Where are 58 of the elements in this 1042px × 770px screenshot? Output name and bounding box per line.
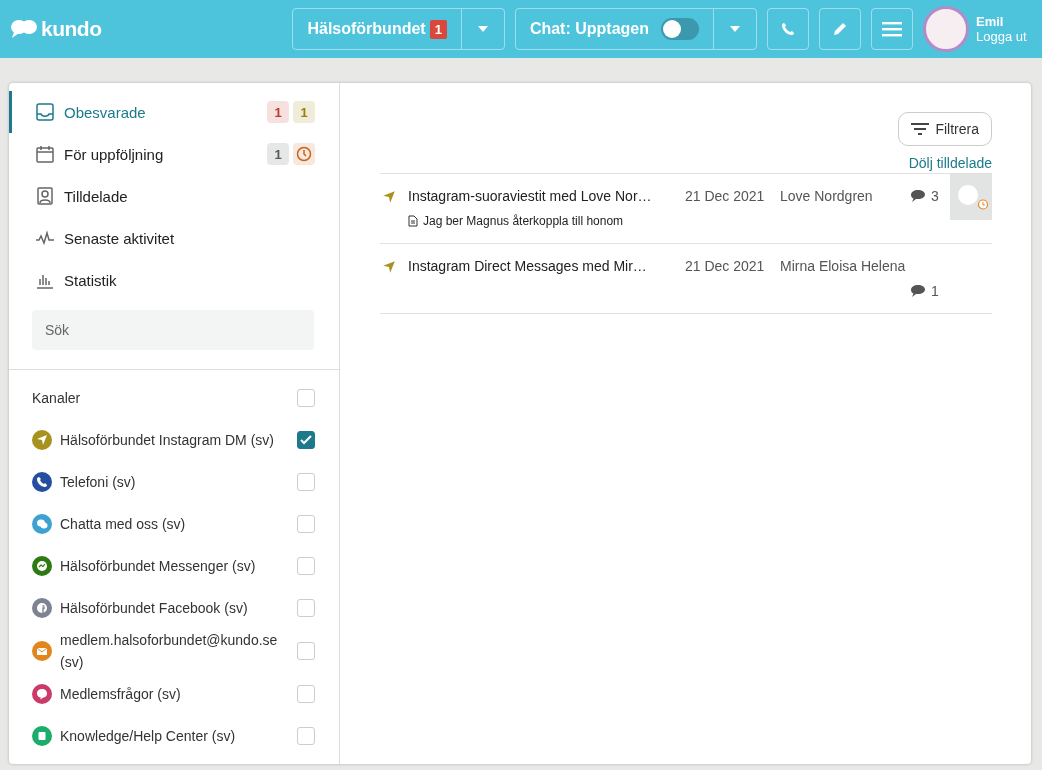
avatar[interactable]: [923, 6, 969, 52]
phone-button[interactable]: [767, 8, 809, 50]
conversation-title: Instagram-suoraviestit med Love Nor…: [408, 188, 653, 204]
internal-note: Jag ber Magnus återkoppla till honom: [423, 214, 624, 228]
pencil-icon: [832, 21, 848, 37]
channel-label: Chatta med oss (sv): [60, 515, 187, 534]
comment-count: 3: [931, 188, 939, 204]
conversation-row[interactable]: Instagram Direct Messages med Mir… 21 Dec 2021 Mirna Eloisa Helena 1: [380, 244, 992, 314]
count-badge: 1: [267, 143, 289, 165]
channel-label: Telefoni (sv): [60, 473, 137, 492]
channel-label: Hälsoförbundet Instagram DM (sv): [60, 431, 275, 450]
contact-name: Mirna Eloisa Helena: [780, 258, 907, 274]
pencil-button[interactable]: [819, 8, 861, 50]
user-name: Emil: [976, 14, 1005, 29]
paper-plane-icon: [382, 190, 396, 204]
search-field[interactable]: Sök: [32, 310, 314, 350]
logo-text: kundo: [41, 17, 102, 41]
comment-count: 1: [931, 283, 939, 299]
channel-label: Hälsoförbundet Messenger (sv): [60, 557, 257, 576]
sidebar-item[interactable]: Statistik: [9, 259, 339, 301]
document-icon: [408, 215, 418, 227]
chat-status-label: Chat: Upptagen: [529, 20, 649, 38]
count-badge: 1: [293, 101, 315, 123]
channel-label: Medlemsfrågor (sv): [60, 685, 182, 704]
channel-label: medlem.halsoforbundet@kundo.se (sv): [60, 631, 279, 672]
sidebar-item[interactable]: Tilldelade: [9, 175, 339, 217]
comment-icon: [910, 189, 926, 203]
inbox-icon: [35, 102, 55, 122]
menu-button[interactable]: [871, 8, 913, 50]
menu-icon: [882, 21, 902, 37]
sidebar-item[interactable]: Obesvarade 1 1: [9, 91, 339, 133]
paper-plane-icon: [382, 260, 396, 274]
conversation-date: 21 Dec 2021: [685, 258, 766, 274]
person-icon: [35, 186, 55, 206]
comment-icon: [910, 284, 926, 298]
conversation-date: 21 Dec 2021: [685, 188, 766, 204]
filter-icon: [911, 123, 930, 135]
conversation-row[interactable]: Instagram-suoraviestit med Love Nor… 21 Dec 2021 Love Nordgren 3 Jag ber Magnus återkoppla till honom: [380, 174, 992, 244]
filter-button[interactable]: Filtrera: [898, 112, 992, 146]
contact-name: Love Nordgren: [780, 188, 874, 204]
sidebar-item[interactable]: För uppföljning 1: [9, 133, 339, 175]
organization-label: Hälsoförbundet: [307, 20, 426, 38]
count-badge: 1: [267, 101, 289, 123]
caret-icon[interactable]: [730, 26, 740, 32]
checkbox[interactable]: [297, 431, 315, 449]
phone-icon: [780, 21, 796, 37]
organization-button[interactable]: Hälsoförbundet 1: [292, 8, 505, 50]
sidebar-item[interactable]: Senaste aktivitet: [9, 217, 339, 259]
caret-icon[interactable]: [477, 26, 488, 32]
channel-label: Knowledge/Help Center (sv): [60, 727, 237, 746]
count-badge: 1: [429, 19, 447, 39]
conversation-title: Instagram Direct Messages med Mir…: [408, 258, 648, 274]
channels-heading: Kanaler: [32, 390, 82, 406]
calendar-icon: [35, 144, 55, 164]
channel-label: Hälsoförbundet Facebook (sv): [60, 599, 249, 618]
hide-assigned-link[interactable]: Dölj tilldelade: [908, 155, 992, 171]
chat-toggle[interactable]: [661, 18, 699, 40]
speech-bubbles-icon: [10, 19, 38, 39]
